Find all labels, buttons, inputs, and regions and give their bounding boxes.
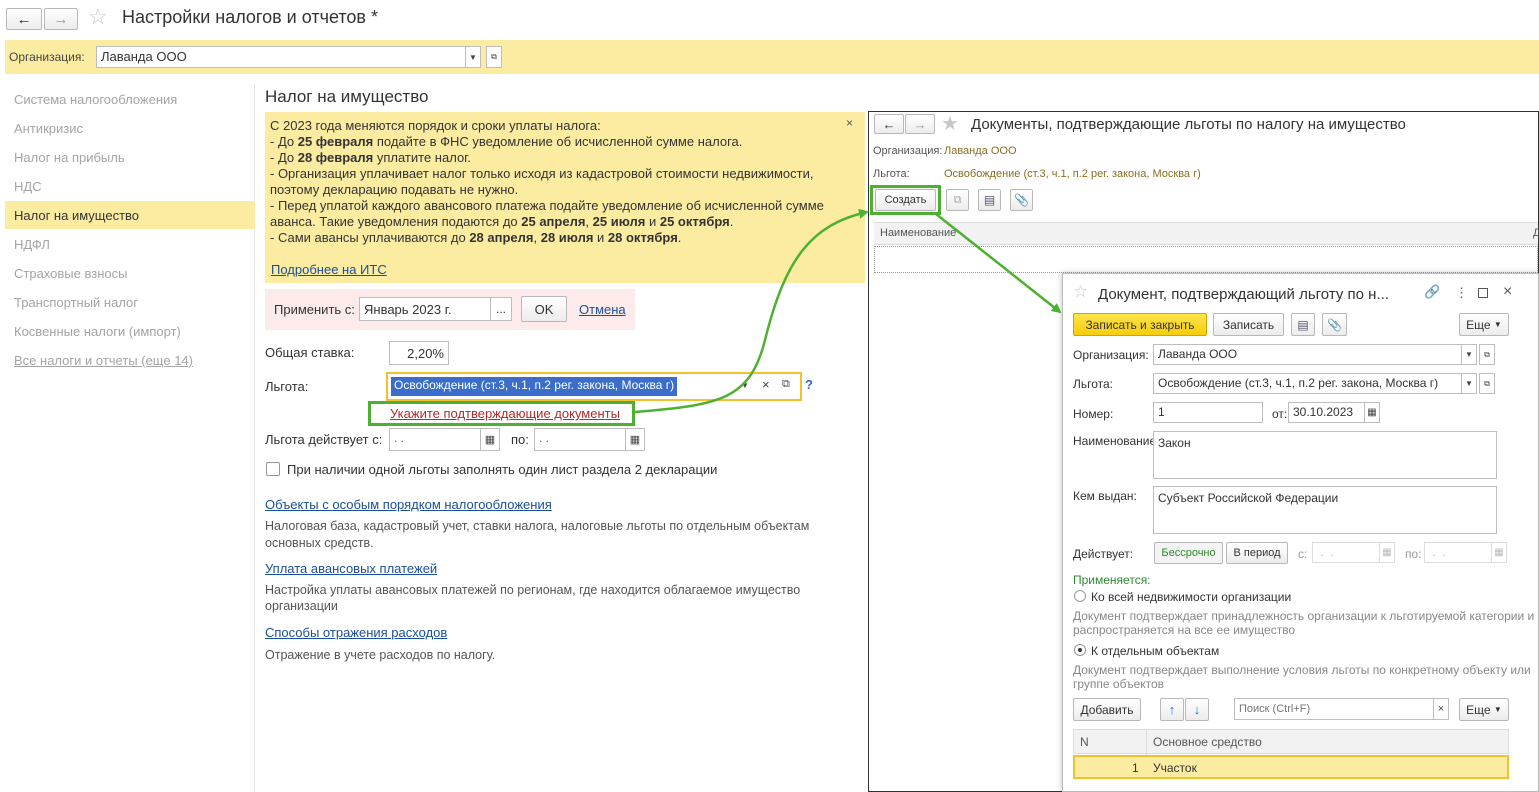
arrow-create-to-doc	[935, 213, 1062, 314]
arrow-docs-to-create	[634, 208, 869, 414]
annotation-arrows	[634, 208, 1062, 414]
